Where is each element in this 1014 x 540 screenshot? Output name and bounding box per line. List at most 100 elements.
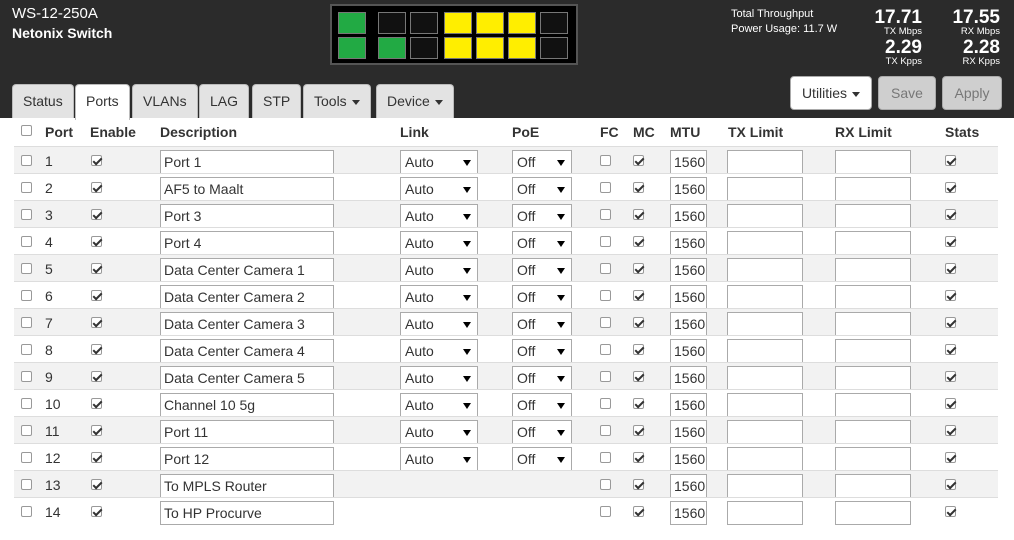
rx-limit-input[interactable] xyxy=(835,258,911,282)
stats-checkbox[interactable] xyxy=(945,290,956,301)
tx-limit-input[interactable] xyxy=(727,204,803,228)
poe-select[interactable]: Off xyxy=(512,204,572,228)
poe-select[interactable]: Off xyxy=(512,312,572,336)
description-input[interactable]: Data Center Camera 3 xyxy=(160,312,334,336)
row-select-checkbox[interactable] xyxy=(21,506,32,517)
mtu-input[interactable]: 1560 xyxy=(670,177,707,201)
fc-checkbox[interactable] xyxy=(600,398,611,409)
enable-checkbox[interactable] xyxy=(91,317,102,328)
mc-checkbox[interactable] xyxy=(633,371,644,382)
port-led-bottom-1[interactable] xyxy=(338,37,366,59)
mtu-input[interactable]: 1560 xyxy=(670,501,707,525)
tab-stp[interactable]: STP xyxy=(252,84,302,118)
enable-checkbox[interactable] xyxy=(91,425,102,436)
tx-limit-input[interactable] xyxy=(727,339,803,363)
stats-checkbox[interactable] xyxy=(945,452,956,463)
row-select-checkbox[interactable] xyxy=(21,236,32,247)
enable-checkbox[interactable] xyxy=(91,155,102,166)
description-input[interactable]: Data Center Camera 4 xyxy=(160,339,334,363)
tx-limit-input[interactable] xyxy=(727,285,803,309)
port-led-bottom-5[interactable] xyxy=(476,37,504,59)
row-select-checkbox[interactable] xyxy=(21,479,32,490)
tx-limit-input[interactable] xyxy=(727,258,803,282)
rx-limit-input[interactable] xyxy=(835,312,911,336)
stats-checkbox[interactable] xyxy=(945,209,956,220)
link-select[interactable]: Auto xyxy=(400,258,478,282)
mtu-input[interactable]: 1560 xyxy=(670,339,707,363)
link-select[interactable]: Auto xyxy=(400,339,478,363)
row-select-checkbox[interactable] xyxy=(21,263,32,274)
mtu-input[interactable]: 1560 xyxy=(670,285,707,309)
port-led-top-3[interactable] xyxy=(410,12,438,34)
description-input[interactable]: Channel 10 5g xyxy=(160,393,334,417)
poe-select[interactable]: Off xyxy=(512,366,572,390)
description-input[interactable]: To HP Procurve xyxy=(160,501,334,525)
stats-checkbox[interactable] xyxy=(945,344,956,355)
enable-checkbox[interactable] xyxy=(91,236,102,247)
enable-checkbox[interactable] xyxy=(91,344,102,355)
link-select[interactable]: Auto xyxy=(400,231,478,255)
port-led-top-6[interactable] xyxy=(508,12,536,34)
tx-limit-input[interactable] xyxy=(727,177,803,201)
description-input[interactable]: Port 3 xyxy=(160,204,334,228)
row-select-checkbox[interactable] xyxy=(21,398,32,409)
description-input[interactable]: Port 12 xyxy=(160,447,334,471)
link-select[interactable]: Auto xyxy=(400,312,478,336)
port-led-bottom-3[interactable] xyxy=(410,37,438,59)
mc-checkbox[interactable] xyxy=(633,317,644,328)
tx-limit-input[interactable] xyxy=(727,312,803,336)
enable-checkbox[interactable] xyxy=(91,209,102,220)
tx-limit-input[interactable] xyxy=(727,366,803,390)
row-select-checkbox[interactable] xyxy=(21,155,32,166)
port-led-top-5[interactable] xyxy=(476,12,504,34)
poe-select[interactable]: Off xyxy=(512,150,572,174)
rx-limit-input[interactable] xyxy=(835,420,911,444)
mtu-input[interactable]: 1560 xyxy=(670,150,707,174)
description-input[interactable]: To MPLS Router xyxy=(160,474,334,498)
port-led-bottom-6[interactable] xyxy=(508,37,536,59)
rx-limit-input[interactable] xyxy=(835,177,911,201)
description-input[interactable]: AF5 to Maalt xyxy=(160,177,334,201)
fc-checkbox[interactable] xyxy=(600,425,611,436)
link-select[interactable]: Auto xyxy=(400,177,478,201)
fc-checkbox[interactable] xyxy=(600,236,611,247)
rx-limit-input[interactable] xyxy=(835,231,911,255)
fc-checkbox[interactable] xyxy=(600,263,611,274)
mc-checkbox[interactable] xyxy=(633,155,644,166)
stats-checkbox[interactable] xyxy=(945,398,956,409)
poe-select[interactable]: Off xyxy=(512,177,572,201)
enable-checkbox[interactable] xyxy=(91,398,102,409)
mtu-input[interactable]: 1560 xyxy=(670,366,707,390)
mc-checkbox[interactable] xyxy=(633,209,644,220)
link-select[interactable]: Auto xyxy=(400,420,478,444)
link-select[interactable]: Auto xyxy=(400,447,478,471)
poe-select[interactable]: Off xyxy=(512,393,572,417)
enable-checkbox[interactable] xyxy=(91,452,102,463)
fc-checkbox[interactable] xyxy=(600,209,611,220)
tx-limit-input[interactable] xyxy=(727,231,803,255)
poe-select[interactable]: Off xyxy=(512,339,572,363)
mtu-input[interactable]: 1560 xyxy=(670,231,707,255)
tx-limit-input[interactable] xyxy=(727,447,803,471)
port-led-bottom-4[interactable] xyxy=(444,37,472,59)
port-led-bottom-2[interactable] xyxy=(378,37,406,59)
stats-checkbox[interactable] xyxy=(945,263,956,274)
save-button[interactable]: Save xyxy=(878,76,936,110)
mtu-input[interactable]: 1560 xyxy=(670,258,707,282)
rx-limit-input[interactable] xyxy=(835,501,911,525)
utilities-dropdown-button[interactable]: Utilities xyxy=(790,76,872,110)
row-select-checkbox[interactable] xyxy=(21,425,32,436)
description-input[interactable]: Port 1 xyxy=(160,150,334,174)
row-select-checkbox[interactable] xyxy=(21,452,32,463)
tab-tools[interactable]: Tools xyxy=(303,84,371,118)
row-select-checkbox[interactable] xyxy=(21,344,32,355)
description-input[interactable]: Data Center Camera 1 xyxy=(160,258,334,282)
mtu-input[interactable]: 1560 xyxy=(670,393,707,417)
mtu-input[interactable]: 1560 xyxy=(670,204,707,228)
fc-checkbox[interactable] xyxy=(600,155,611,166)
stats-checkbox[interactable] xyxy=(945,317,956,328)
mc-checkbox[interactable] xyxy=(633,479,644,490)
tx-limit-input[interactable] xyxy=(727,501,803,525)
stats-checkbox[interactable] xyxy=(945,371,956,382)
apply-button[interactable]: Apply xyxy=(942,76,1002,110)
